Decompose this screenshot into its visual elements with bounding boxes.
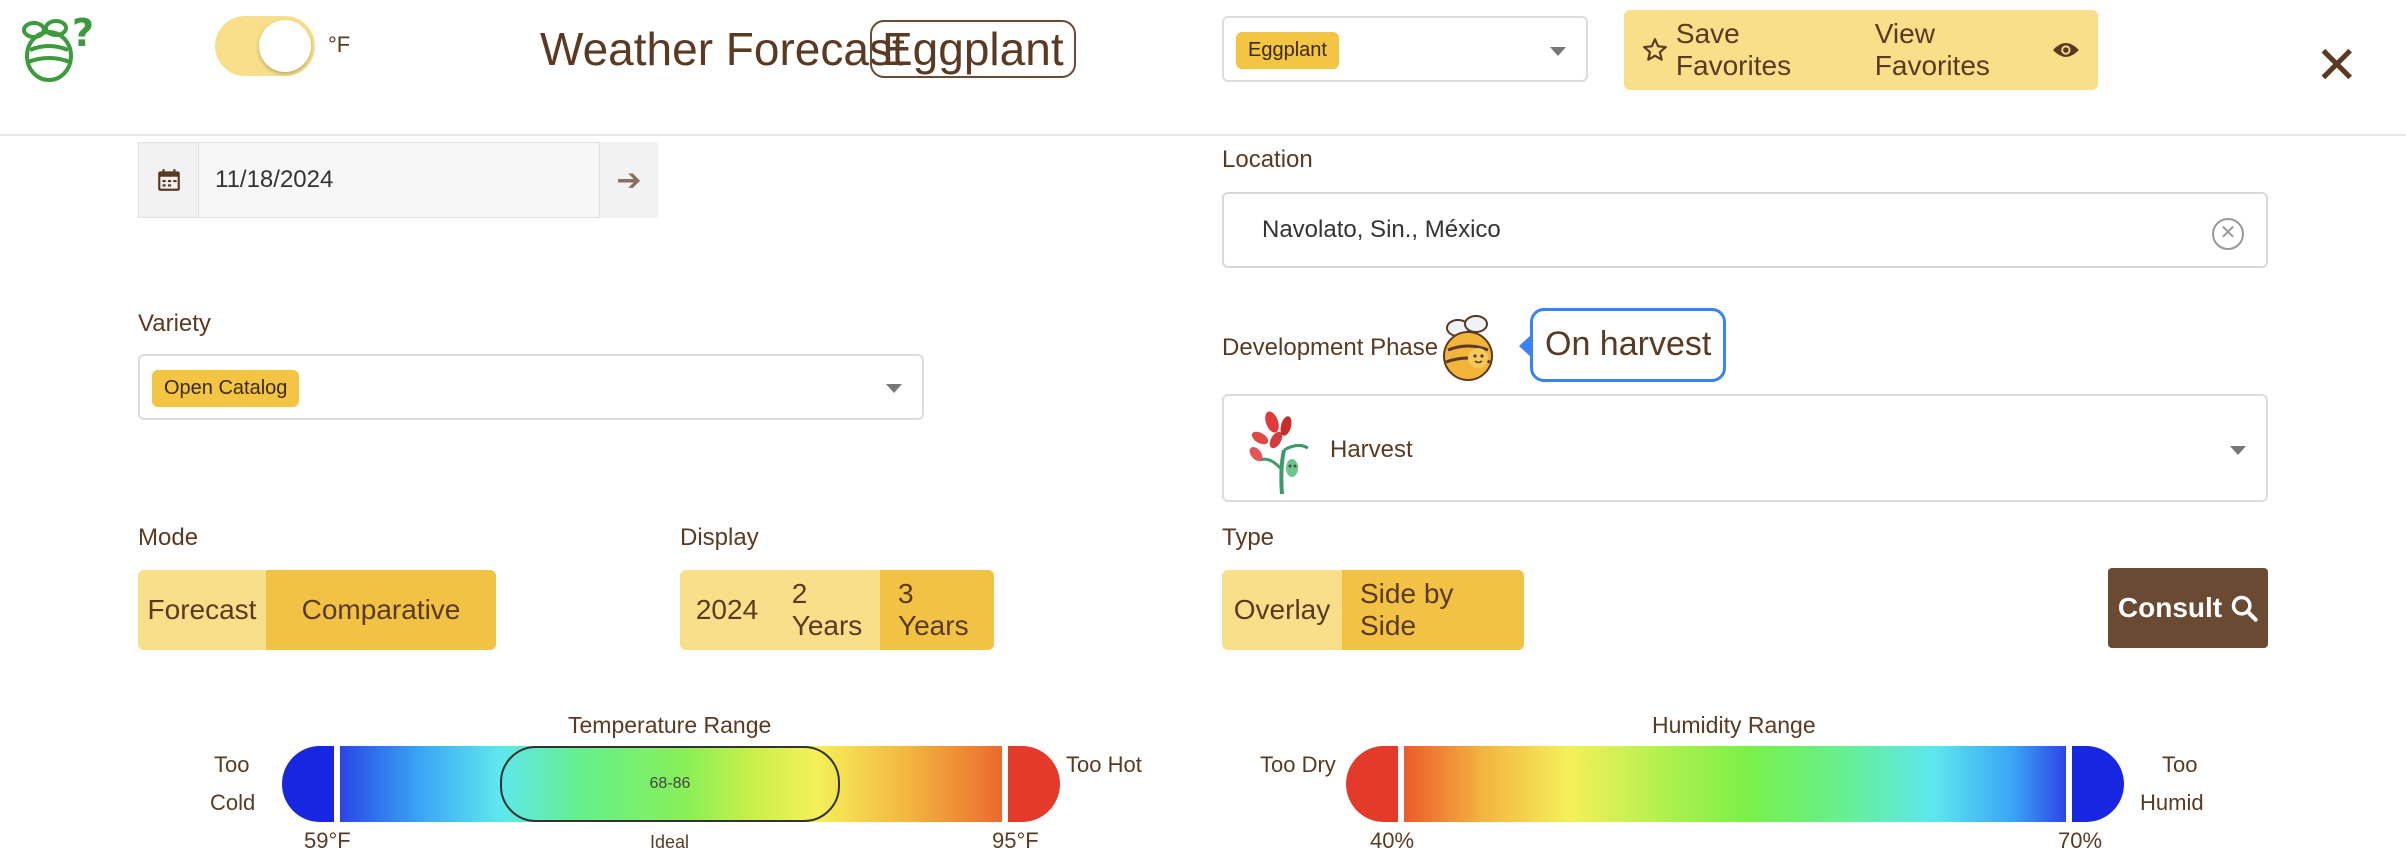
too-humid-label-line2: Humid [2140,790,2204,815]
variety-select[interactable]: Open Catalog [138,354,924,420]
location-input[interactable]: Navolato, Sin., México ✕ [1222,192,2268,268]
temperature-ideal-value: 68-86 [649,775,691,792]
save-favorites-button[interactable]: Save Favorites [1642,18,1849,82]
header-bar: ? °F Weather Forecast Eggplant Eggplant … [0,0,2406,136]
bee-mascot-icon [1443,315,1493,381]
development-phase-select[interactable]: Harvest [1222,394,2268,502]
temperature-ideal-box: 68-86 [500,746,840,822]
humidity-dry-segment [1346,746,1398,822]
chevron-down-icon [886,384,902,393]
humidity-min-label: 40% [1370,828,1415,852]
arrow-right-icon[interactable]: ➔ [600,142,658,218]
calendar-button[interactable] [138,142,198,218]
temperature-min-label: 59°F [304,828,351,852]
crop-name-pill: Eggplant [870,20,1076,78]
date-input[interactable]: 11/18/2024 [198,142,600,218]
display-2-years-button[interactable]: 2 Years [774,570,880,650]
mode-forecast-button[interactable]: Forecast [138,570,266,650]
date-picker: 11/18/2024 ➔ [138,142,658,218]
clear-icon[interactable]: ✕ [2212,218,2244,250]
crop-select-tag: Eggplant [1236,32,1339,69]
close-icon[interactable]: ✕ [2315,40,2359,92]
favorites-bar: Save Favorites View Favorites [1624,10,2098,90]
too-humid-label-line1: Too [2162,752,2198,777]
humidity-gradient-bar [1404,746,2066,822]
crop-select[interactable]: Eggplant [1222,16,1588,82]
type-segmented-control: Overlay Side by Side [1222,570,1524,650]
save-favorites-label: Save Favorites [1675,18,1792,81]
development-phase-label: Development Phase [1222,334,1439,361]
consult-button[interactable]: Consult [2108,568,2268,648]
type-label: Type [1222,524,1275,551]
calendar-icon [157,169,180,191]
temperature-range-title: Temperature Range [568,712,772,738]
too-dry-label: Too Dry [1260,752,1336,777]
page-title: Weather Forecast [540,23,905,75]
display-2024-button[interactable]: 2024 [680,570,774,650]
humidity-humid-segment [2072,746,2124,822]
variety-tag: Open Catalog [152,370,300,407]
display-segmented-control: 2024 2 Years 3 Years [680,570,994,650]
location-label: Location [1222,146,1313,173]
mode-label: Mode [138,524,199,551]
svg-text:?: ? [72,12,94,55]
consult-label: Consult [2117,592,2223,623]
view-favorites-label: View Favorites [1874,18,1990,81]
chevron-down-icon [1550,47,1566,56]
unit-toggle[interactable] [215,16,315,76]
bee-question-icon[interactable]: ? [16,12,96,84]
harvest-flower-icon [1249,411,1309,495]
too-hot-label: Too Hot [1066,752,1142,777]
temperature-hot-segment [1008,746,1060,822]
phase-bubble: On harvest [1518,308,1727,382]
temperature-cold-segment [282,746,334,822]
humidity-range-title: Humidity Range [1652,712,1816,738]
too-cold-label-line2: Cold [210,790,256,815]
chevron-down-icon [2230,446,2246,455]
humidity-max-label: 70% [2058,828,2103,852]
search-icon [2231,595,2258,622]
unit-label: °F [328,32,351,57]
type-side-by-side-button[interactable]: Side by Side [1342,570,1524,650]
toggle-knob [259,20,311,72]
mode-segmented-control: Forecast Comparative [138,570,496,650]
variety-label: Variety [138,310,211,337]
too-cold-label-line1: Too [214,752,250,777]
display-label: Display [680,524,759,551]
view-favorites-button[interactable]: View Favorites [1875,18,2080,82]
mode-comparative-button[interactable]: Comparative [266,570,496,650]
star-icon [1643,38,1667,61]
temperature-ideal-label: Ideal [650,832,690,852]
phase-value: Harvest [1330,436,1413,463]
location-value: Navolato, Sin., México [1262,216,1501,243]
type-overlay-button[interactable]: Overlay [1222,570,1342,650]
temperature-max-label: 95°F [992,828,1039,852]
display-3-years-button[interactable]: 3 Years [880,570,994,650]
eye-icon [2053,43,2080,57]
